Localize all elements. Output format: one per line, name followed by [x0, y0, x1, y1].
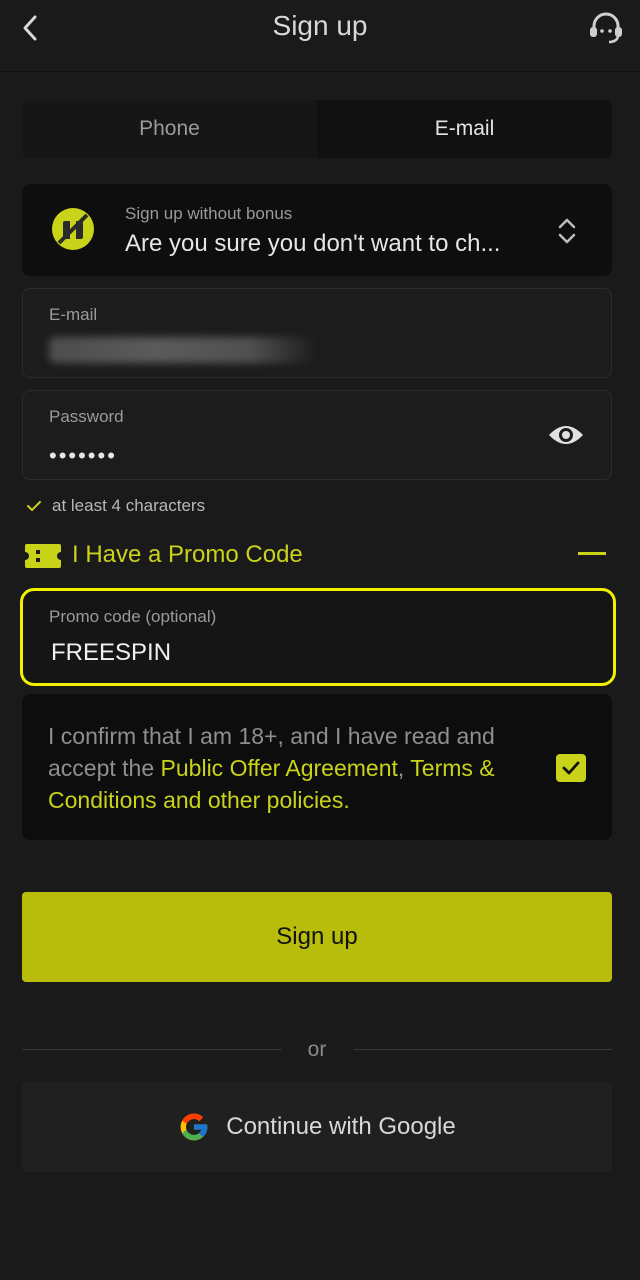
- promo-code-toggle[interactable]: I Have a Promo Code: [22, 536, 612, 574]
- bonus-select-label: Sign up without bonus: [125, 204, 293, 223]
- support-button[interactable]: [586, 10, 626, 46]
- chevron-up-down-icon: [558, 218, 576, 244]
- password-field-label: Password: [49, 407, 124, 426]
- email-field[interactable]: E-mail: [22, 288, 612, 378]
- password-value: •••••••: [49, 443, 117, 468]
- google-icon: [180, 1113, 208, 1141]
- bonus-select-value: Are you sure you don't want to ch...: [125, 230, 501, 257]
- header-bar: Sign up: [0, 0, 640, 72]
- continue-with-google-button[interactable]: Continue with Google: [22, 1082, 612, 1172]
- email-value-obscured: [49, 337, 317, 363]
- promo-code-toggle-label: I Have a Promo Code: [72, 541, 303, 568]
- page-title: Sign up: [272, 10, 368, 41]
- checkmark-icon: [27, 501, 41, 511]
- divider-line: [354, 1049, 612, 1050]
- tab-email[interactable]: E-mail: [317, 100, 612, 158]
- or-divider: or: [22, 1030, 612, 1070]
- consent-period: .: [343, 787, 350, 813]
- consent-text: I confirm that I am 18+, and I have read…: [48, 720, 528, 816]
- consent-checkbox[interactable]: [556, 754, 586, 782]
- promo-code-field[interactable]: Promo code (optional) FREESPIN: [20, 588, 616, 686]
- signup-button[interactable]: Sign up: [22, 892, 612, 982]
- consent-comma: ,: [397, 755, 405, 781]
- tab-phone[interactable]: Phone: [22, 100, 317, 158]
- public-offer-link[interactable]: Public Offer Agreement: [161, 755, 398, 781]
- eye-icon[interactable]: [547, 419, 585, 451]
- headset-support-icon: [590, 12, 622, 44]
- no-bonus-icon: [52, 208, 94, 250]
- google-button-label: Continue with Google: [226, 1113, 456, 1140]
- promo-code-value: FREESPIN: [51, 639, 172, 666]
- password-hint: at least 4 characters: [26, 496, 205, 516]
- email-field-label: E-mail: [49, 305, 98, 324]
- checkmark-icon: [562, 761, 580, 775]
- bonus-select[interactable]: Sign up without bonus Are you sure you d…: [22, 184, 612, 276]
- password-hint-text: at least 4 characters: [52, 496, 206, 515]
- promo-code-label: Promo code (optional): [49, 607, 217, 626]
- signup-method-tabs: Phone E-mail: [22, 100, 612, 158]
- minus-icon: [578, 552, 606, 555]
- consent-box: I confirm that I am 18+, and I have read…: [22, 694, 612, 840]
- divider-text: or: [307, 1038, 327, 1061]
- password-field[interactable]: Password •••••••: [22, 390, 612, 480]
- ticket-icon: [25, 544, 61, 568]
